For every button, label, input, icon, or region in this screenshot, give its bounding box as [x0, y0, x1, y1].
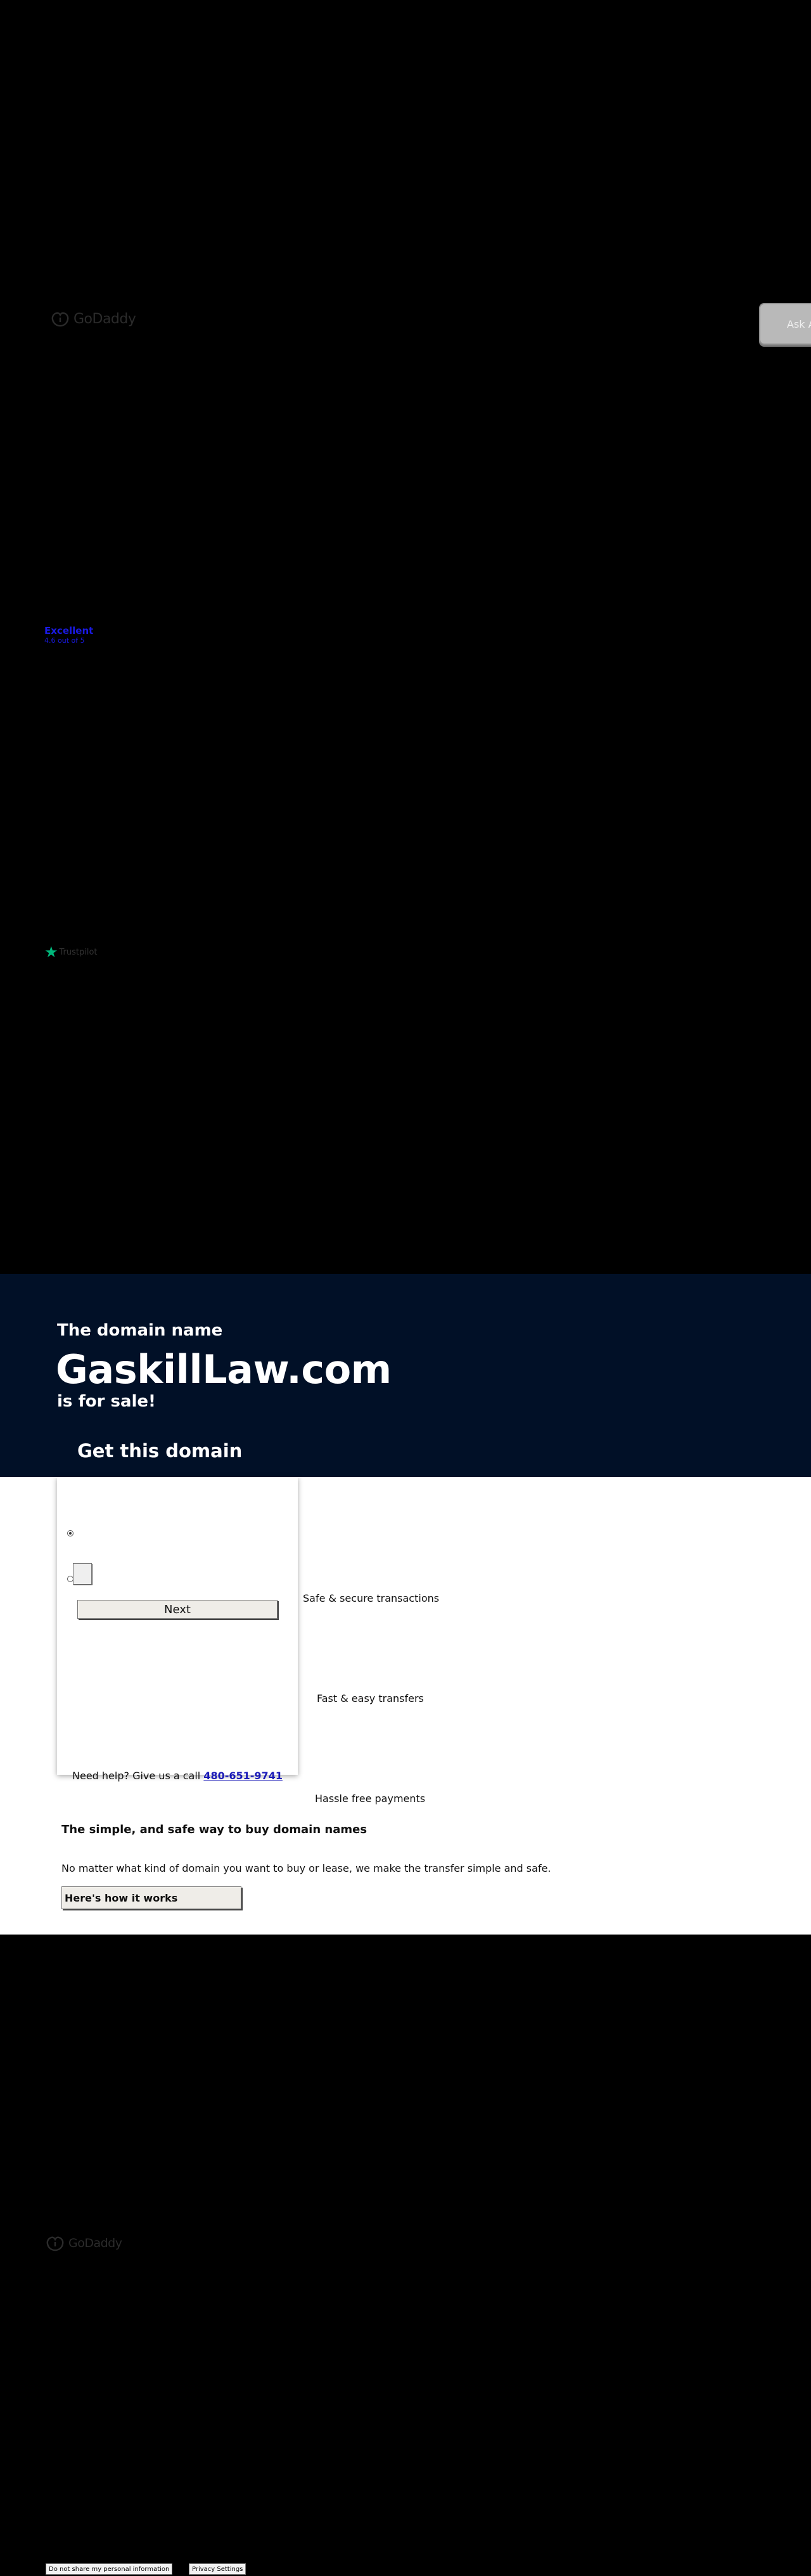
rating-subtitle: 4.6 out of 5: [44, 636, 85, 645]
trustpilot-star-icon: ★: [44, 943, 58, 961]
feature-hassle-free-payments: Hassle free payments: [315, 1793, 426, 1805]
logo-wordmark: GoDaddy: [73, 311, 136, 327]
godaddy-logo-icon: [51, 312, 69, 327]
domain-name-title: GaskillLaw.com: [56, 1346, 392, 1393]
hero-pretitle: The domain name: [57, 1321, 223, 1340]
next-button-label: Next: [164, 1602, 191, 1616]
hero-posttitle: is for sale!: [57, 1392, 156, 1411]
trustpilot-logo[interactable]: ★ Trustpilot: [44, 944, 98, 960]
footer-godaddy-logo[interactable]: GoDaddy: [46, 2234, 122, 2253]
how-it-works-button[interactable]: Here's how it works: [61, 1886, 241, 1909]
privacy-settings-label: Privacy Settings: [192, 2565, 243, 2573]
info-description: No matter what kind of domain you want t…: [61, 1862, 551, 1874]
feature-fast-transfers: Fast & easy transfers: [317, 1692, 424, 1704]
phone-link[interactable]: 480-651-9741: [203, 1770, 283, 1782]
trustpilot-wordmark: Trustpilot: [59, 947, 98, 957]
purchase-form-card: [57, 1477, 298, 1775]
hero-banner: The domain name GaskillLaw.com is for sa…: [0, 1274, 811, 1477]
help-line: Need help? Give us a call 480-651-9741: [72, 1770, 283, 1782]
feature-secure-transactions: Safe & secure transactions: [303, 1592, 440, 1604]
ask-chat-label: Ask A: [787, 318, 811, 330]
footer-logo-wordmark: GoDaddy: [68, 2236, 122, 2250]
godaddy-logo[interactable]: GoDaddy: [51, 309, 136, 328]
footer-godaddy-logo-icon: [46, 2236, 64, 2251]
ask-chat-button[interactable]: Ask A: [759, 303, 811, 345]
rating-summary[interactable]: Excellent 4.6 out of 5: [44, 625, 93, 645]
next-button[interactable]: Next: [77, 1600, 278, 1619]
buy-option-radio[interactable]: [67, 1530, 73, 1536]
do-not-share-button[interactable]: Do not share my personal information: [46, 2563, 173, 2575]
option-button[interactable]: [73, 1563, 92, 1585]
privacy-settings-button[interactable]: Privacy Settings: [189, 2563, 246, 2575]
help-text: Need help? Give us a call: [72, 1770, 204, 1782]
rating-title: Excellent: [44, 625, 94, 636]
get-domain-heading: Get this domain: [77, 1440, 243, 1462]
how-it-works-label: Here's how it works: [65, 1891, 178, 1904]
do-not-share-label: Do not share my personal information: [49, 2565, 170, 2573]
info-title: The simple, and safe way to buy domain n…: [61, 1823, 367, 1836]
